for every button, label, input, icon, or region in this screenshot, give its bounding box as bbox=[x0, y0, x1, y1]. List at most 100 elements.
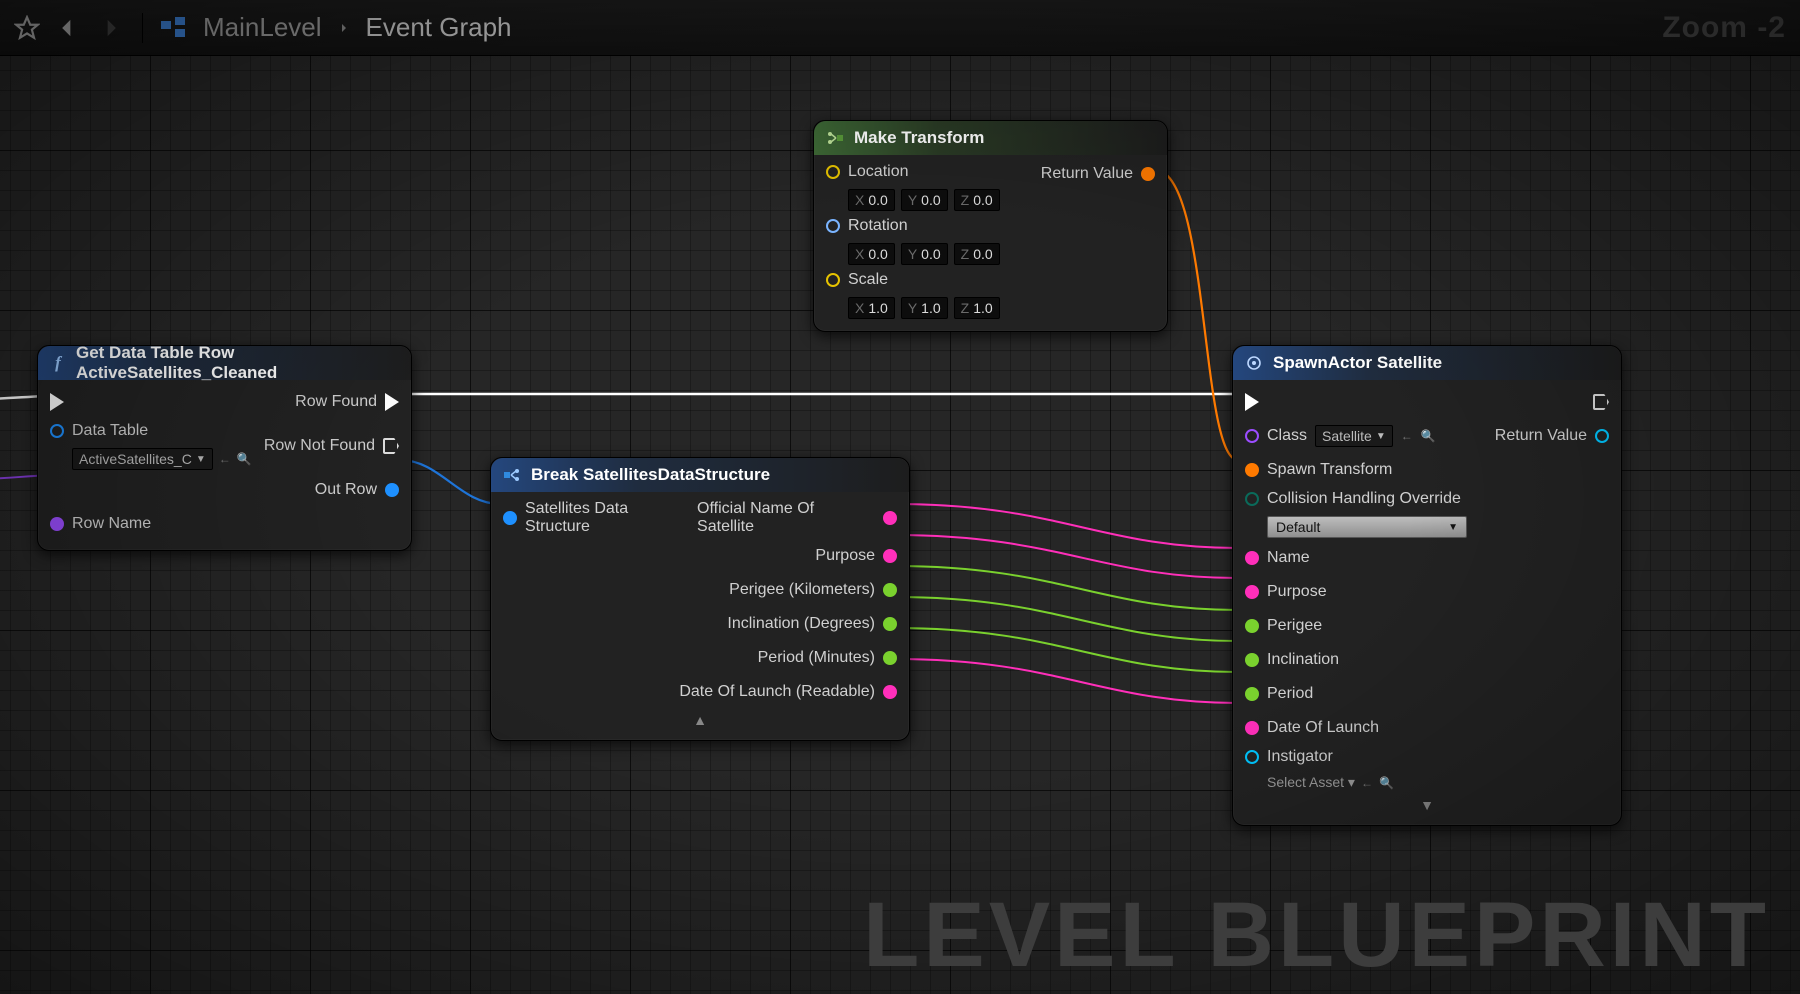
out-pin-period[interactable] bbox=[883, 651, 897, 665]
pin-label: Satellites Data Structure bbox=[525, 500, 697, 536]
pin-label: Period bbox=[1267, 685, 1313, 703]
class-nav-icon[interactable]: ← bbox=[1401, 429, 1413, 443]
out-pin-date[interactable] bbox=[883, 685, 897, 699]
pin-label: Collision Handling Override bbox=[1267, 490, 1461, 508]
node-header[interactable]: f Get Data Table Row ActiveSatellites_Cl… bbox=[38, 346, 411, 380]
class-picker[interactable]: Satellite▼ bbox=[1315, 425, 1393, 447]
node-header[interactable]: SpawnActor Satellite bbox=[1233, 346, 1621, 380]
exec-out-pin[interactable] bbox=[1593, 394, 1609, 410]
asset-picker[interactable]: ActiveSatellites_C▼ bbox=[72, 448, 213, 470]
in-pin-date[interactable] bbox=[1245, 721, 1259, 735]
chevron-right-icon bbox=[336, 20, 352, 36]
in-pin-period[interactable] bbox=[1245, 687, 1259, 701]
return-value-pin[interactable] bbox=[1141, 167, 1155, 181]
pin-label: Official Name Of Satellite bbox=[697, 500, 875, 536]
nav-back-icon[interactable] bbox=[54, 14, 82, 42]
row-name-pin[interactable] bbox=[50, 517, 64, 531]
exec-in-pin[interactable] bbox=[1245, 393, 1259, 411]
node-get-data-table-row[interactable]: f Get Data Table Row ActiveSatellites_Cl… bbox=[37, 345, 412, 551]
return-value-pin[interactable] bbox=[1595, 429, 1609, 443]
data-table-pin[interactable] bbox=[50, 424, 64, 438]
asset-browse-icon[interactable]: 🔍 bbox=[237, 452, 252, 466]
location-pin[interactable] bbox=[826, 165, 840, 179]
pin-label: Perigee bbox=[1267, 617, 1322, 635]
loc-x-field[interactable]: X0.0 bbox=[848, 189, 895, 211]
node-break-struct[interactable]: Break SatellitesDataStructure Satellites… bbox=[490, 457, 910, 741]
out-pin-perigee[interactable] bbox=[883, 583, 897, 597]
nav-forward-icon[interactable] bbox=[96, 14, 124, 42]
scl-z-field[interactable]: Z1.0 bbox=[954, 297, 1000, 319]
pin-label: Date Of Launch bbox=[1267, 719, 1379, 737]
separator bbox=[142, 13, 143, 43]
scl-x-field[interactable]: X1.0 bbox=[848, 297, 895, 319]
class-pin[interactable] bbox=[1245, 429, 1259, 443]
break-struct-icon bbox=[503, 466, 521, 484]
zoom-indicator: Zoom -2 bbox=[1662, 11, 1786, 45]
expand-down-icon[interactable]: ▲ bbox=[503, 712, 897, 728]
pin-label: Purpose bbox=[1267, 583, 1327, 601]
in-pin-perigee[interactable] bbox=[1245, 619, 1259, 633]
function-icon: f bbox=[50, 354, 66, 372]
out-pin-purpose[interactable] bbox=[883, 549, 897, 563]
pin-label: Date Of Launch (Readable) bbox=[679, 683, 875, 701]
pin-label: Rotation bbox=[848, 217, 908, 235]
node-header[interactable]: Break SatellitesDataStructure bbox=[491, 458, 909, 492]
node-title: Break SatellitesDataStructure bbox=[531, 465, 770, 485]
instigator-pin[interactable] bbox=[1245, 750, 1259, 764]
out-row-pin[interactable] bbox=[385, 483, 399, 497]
rot-z-field[interactable]: Z0.0 bbox=[954, 243, 1000, 265]
scale-pin[interactable] bbox=[826, 273, 840, 287]
instigator-value[interactable]: Select Asset ▾ bbox=[1267, 774, 1355, 791]
loc-z-field[interactable]: Z0.0 bbox=[954, 189, 1000, 211]
exec-out-rowfound[interactable] bbox=[385, 393, 399, 411]
rot-x-field[interactable]: X0.0 bbox=[848, 243, 895, 265]
blueprint-icon[interactable] bbox=[161, 17, 189, 39]
make-struct-icon bbox=[826, 129, 844, 147]
breadcrumb-graph[interactable]: Event Graph bbox=[366, 12, 512, 43]
instigator-browse-icon[interactable]: 🔍 bbox=[1379, 776, 1394, 790]
node-title: Get Data Table Row ActiveSatellites_Clea… bbox=[76, 343, 399, 383]
pin-label: Out Row bbox=[315, 481, 377, 499]
pin-label: Row Not Found bbox=[264, 437, 375, 455]
exec-out-rownotfound[interactable] bbox=[383, 438, 399, 454]
rotation-pin[interactable] bbox=[826, 219, 840, 233]
pin-label: Row Found bbox=[295, 393, 377, 411]
pin-label: Inclination (Degrees) bbox=[727, 615, 875, 633]
pin-label: Inclination bbox=[1267, 651, 1339, 669]
in-pin-purpose[interactable] bbox=[1245, 585, 1259, 599]
struct-in-pin[interactable] bbox=[503, 511, 517, 525]
spawn-transform-pin[interactable] bbox=[1245, 463, 1259, 477]
node-title: Make Transform bbox=[854, 128, 984, 148]
pin-label: Perigee (Kilometers) bbox=[729, 581, 875, 599]
asset-nav-back-icon[interactable]: ← bbox=[219, 452, 231, 466]
node-title: SpawnActor Satellite bbox=[1273, 353, 1442, 373]
node-header[interactable]: Make Transform bbox=[814, 121, 1167, 155]
collision-dropdown[interactable]: Default▼ bbox=[1267, 516, 1467, 538]
spawn-icon bbox=[1245, 354, 1263, 372]
node-spawn-actor[interactable]: SpawnActor Satellite Class Satellite▼ ← … bbox=[1232, 345, 1622, 826]
exec-in-pin[interactable] bbox=[50, 393, 64, 411]
pin-label: Row Name bbox=[72, 515, 151, 533]
pin-label: Data Table bbox=[72, 422, 148, 440]
pin-label: Scale bbox=[848, 271, 888, 289]
loc-y-field[interactable]: Y0.0 bbox=[901, 189, 948, 211]
pin-label: Location bbox=[848, 163, 909, 181]
pin-label: Name bbox=[1267, 549, 1310, 567]
pin-label: Period (Minutes) bbox=[758, 649, 875, 667]
breadcrumb-level[interactable]: MainLevel bbox=[203, 12, 322, 43]
in-pin-inclination[interactable] bbox=[1245, 653, 1259, 667]
out-pin-inclination[interactable] bbox=[883, 617, 897, 631]
pin-label: Instigator bbox=[1267, 748, 1333, 766]
instigator-nav-icon[interactable]: ← bbox=[1361, 776, 1373, 790]
expand-down-icon[interactable]: ▼ bbox=[1245, 797, 1609, 813]
collision-pin[interactable] bbox=[1245, 492, 1259, 506]
in-pin-name[interactable] bbox=[1245, 551, 1259, 565]
out-pin-name[interactable] bbox=[883, 511, 897, 525]
scl-y-field[interactable]: Y1.0 bbox=[901, 297, 948, 319]
favorite-icon[interactable] bbox=[14, 15, 40, 41]
pin-label: Return Value bbox=[1041, 165, 1133, 183]
rot-y-field[interactable]: Y0.0 bbox=[901, 243, 948, 265]
pin-label: Return Value bbox=[1495, 427, 1587, 445]
class-browse-icon[interactable]: 🔍 bbox=[1421, 429, 1436, 443]
node-make-transform[interactable]: Make Transform Location X0.0 Y0.0 Z0.0 R… bbox=[813, 120, 1168, 332]
